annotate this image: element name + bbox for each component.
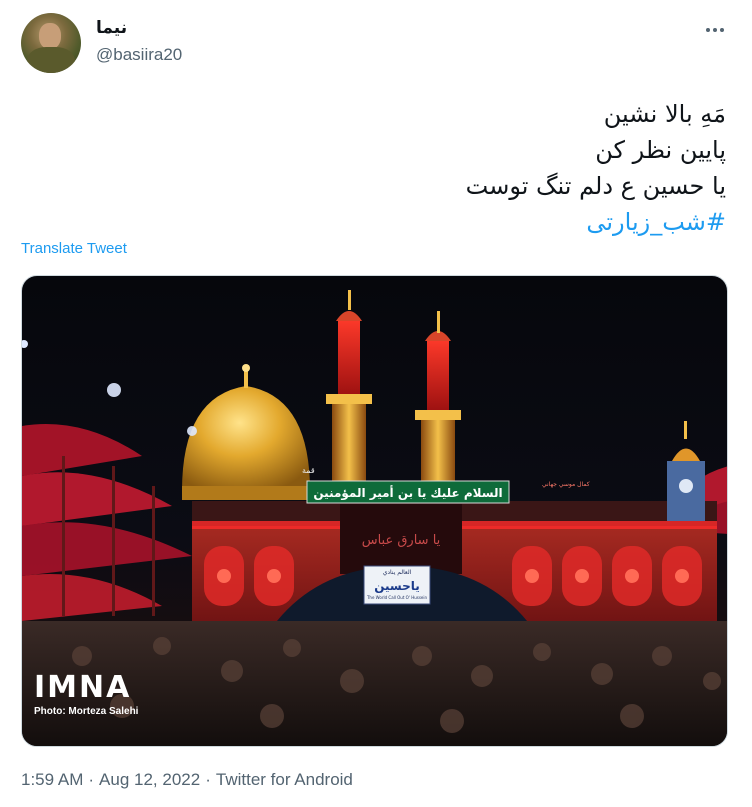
- tweet-line: مَهِ بالا نشین: [603, 100, 726, 128]
- tweet-metadata: 1:59 AM · Aug 12, 2022 · Twitter for Android: [21, 770, 353, 790]
- photo-credit: Photo: Morteza Salehi: [34, 706, 139, 717]
- right-sign-text: كمال موسي جهاني: [542, 481, 590, 488]
- bottom-sign-text: ياحسين: [374, 579, 420, 593]
- clock-tower: [667, 421, 705, 521]
- avatar-body: [27, 47, 75, 73]
- more-dot: [720, 28, 724, 32]
- left-sign-text: قمة: [302, 466, 315, 475]
- bottom-sign-sub: The World Call Out O' Hussein: [366, 595, 428, 600]
- author-handle[interactable]: @basiira20: [96, 45, 182, 65]
- imna-watermark-logo: IMNA: [34, 670, 132, 705]
- tweet-photo[interactable]: السلام عليك يا بن أمير المؤمنين يا سارق …: [21, 275, 728, 747]
- translate-tweet-link[interactable]: Translate Tweet: [21, 240, 127, 257]
- tweet-time[interactable]: 1:59 AM: [21, 770, 83, 789]
- tweet-line: پایین نظر کن: [595, 136, 726, 164]
- avatar-face: [39, 23, 61, 49]
- separator: ·: [88, 770, 95, 789]
- more-dot: [713, 28, 717, 32]
- hashtag-link[interactable]: #شب_زیارتی: [166, 204, 726, 240]
- tweet-text: مَهِ بالا نشین پایین نظر کن یا حسین ع دل…: [166, 96, 726, 240]
- door-text: يا سارق عباس: [362, 533, 441, 548]
- left-umbrellas: [22, 424, 192, 621]
- separator: ·: [205, 770, 211, 789]
- more-horizontal-icon: [706, 28, 710, 32]
- bottom-sign-top: العالم ينادي: [383, 569, 412, 576]
- main-banner-text: السلام عليك يا بن أمير المؤمنين: [313, 485, 502, 501]
- minaret-right: [415, 311, 461, 486]
- tweet-source[interactable]: Twitter for Android: [216, 770, 353, 789]
- tweet-line: یا حسین ع دلم تنگ توست: [465, 172, 726, 200]
- avatar[interactable]: [21, 13, 81, 73]
- tweet-date[interactable]: Aug 12, 2022: [99, 770, 200, 789]
- author-display-name[interactable]: نیما: [96, 18, 127, 38]
- minaret-left: [326, 290, 372, 484]
- more-options-button[interactable]: [700, 18, 730, 42]
